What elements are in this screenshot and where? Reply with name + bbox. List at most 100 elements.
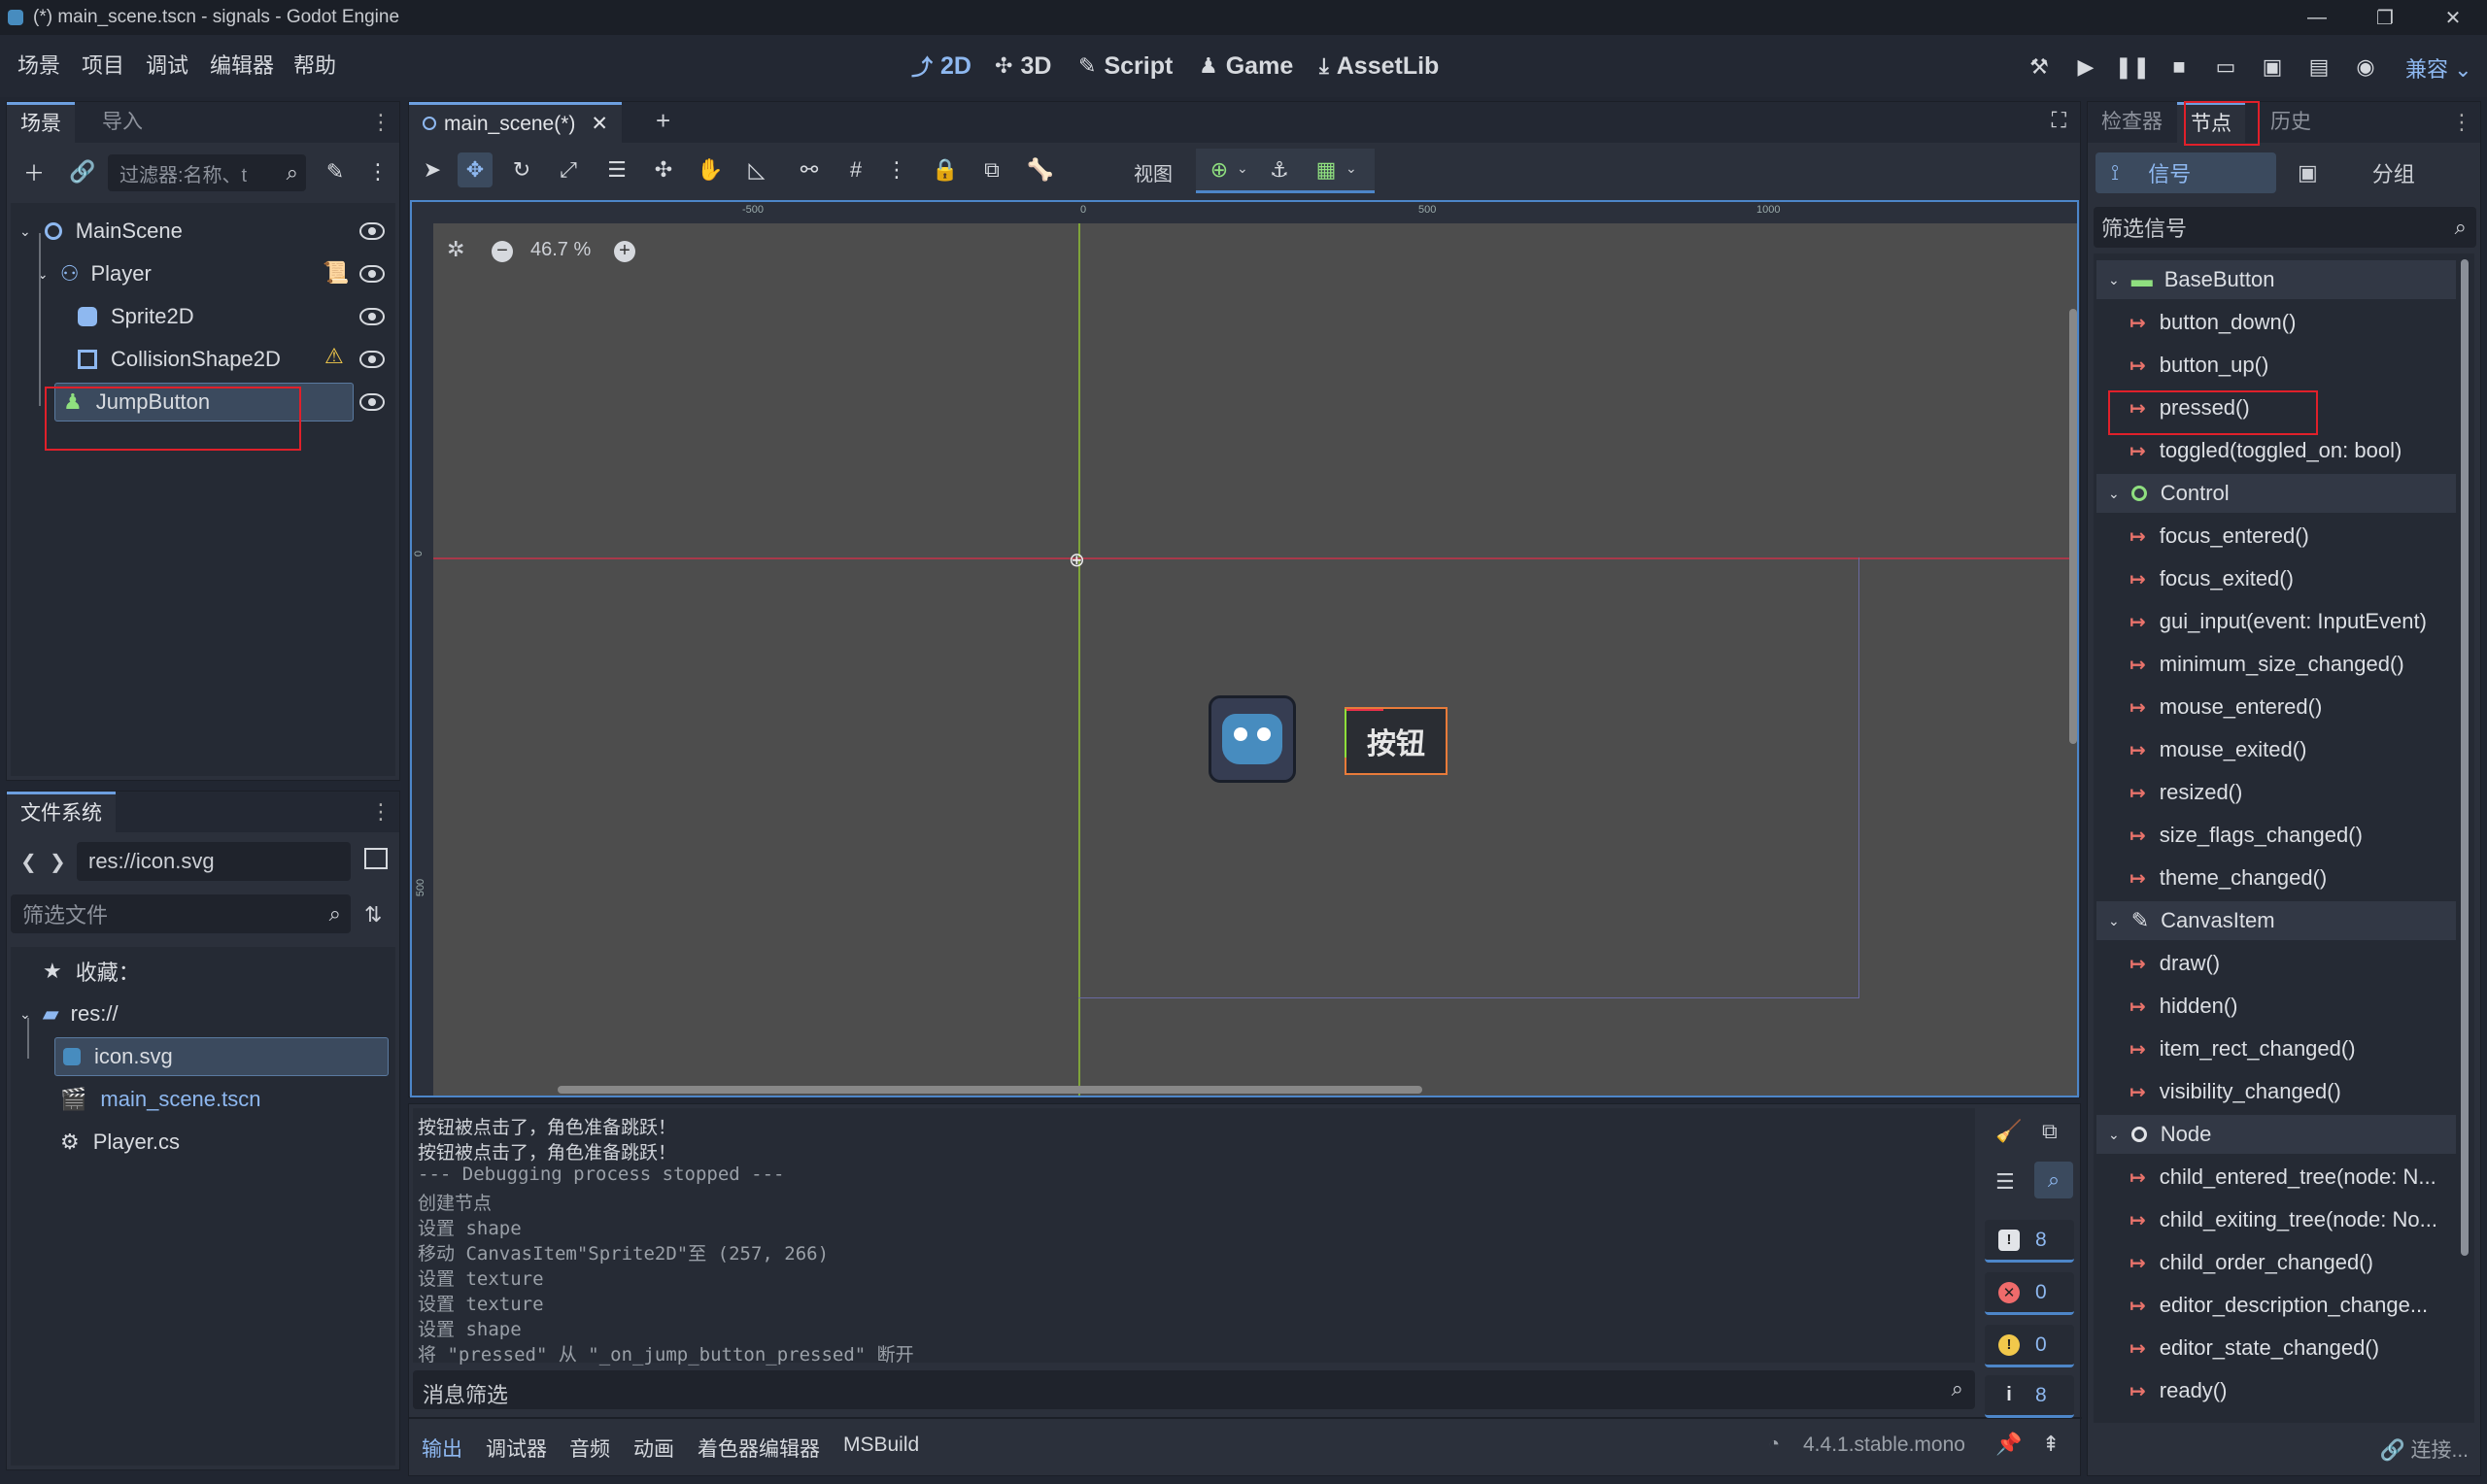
sort-icon[interactable]: ⇅ bbox=[364, 902, 382, 928]
stop-icon[interactable]: ■ bbox=[2163, 51, 2196, 84]
menu-debug[interactable]: 调试 bbox=[146, 35, 188, 97]
horizontal-scrollbar[interactable] bbox=[558, 1086, 1422, 1094]
bottom-tab-output[interactable]: 输出 bbox=[422, 1433, 462, 1463]
center-view-icon[interactable]: ✲ bbox=[447, 237, 464, 262]
signal-item[interactable]: ↦ gui_input(event: InputEvent) bbox=[2129, 602, 2427, 641]
connect-button[interactable]: 🔗 连接... bbox=[2380, 1434, 2470, 1464]
lock-icon[interactable]: 🔒 bbox=[928, 152, 963, 187]
pivot-tool-icon[interactable]: ✣ bbox=[646, 152, 681, 187]
pan-tool-icon[interactable]: ✋ bbox=[693, 152, 728, 187]
scale-tool-icon[interactable]: ⤢ bbox=[551, 152, 586, 187]
signal-item[interactable]: ↦ editor_state_changed() bbox=[2129, 1329, 2379, 1367]
file-main-scene[interactable]: 🎬 main_scene.tscn bbox=[60, 1080, 261, 1119]
visibility-eye-icon[interactable] bbox=[359, 351, 385, 368]
signal-item[interactable]: ↦ minimum_size_changed() bbox=[2129, 645, 2404, 684]
groups-subtab[interactable]: ▣ 分组 bbox=[2282, 152, 2476, 193]
bottom-tab-debugger[interactable]: 调试器 bbox=[486, 1433, 547, 1463]
pause-icon[interactable]: ❚❚ bbox=[2115, 51, 2151, 84]
signal-item[interactable]: ↦ visibility_changed() bbox=[2129, 1072, 2341, 1111]
viewport-2d[interactable]: -500 0 500 1000 0 500 ✲ − 46.7 % + ⊕ 按钮 bbox=[410, 200, 2079, 1097]
tab-filesystem[interactable]: 文件系统 bbox=[7, 792, 116, 832]
signal-tree-scrollbar[interactable] bbox=[2461, 259, 2469, 1256]
signal-group-control[interactable]: ⌄ Control bbox=[2096, 474, 2456, 513]
view-menu[interactable]: 视图 bbox=[1134, 158, 1173, 186]
signal-item[interactable]: ↦ child_exiting_tree(node: No... bbox=[2129, 1200, 2437, 1239]
scene-filter-input[interactable]: 过滤器:名称、t ⌕ bbox=[108, 154, 306, 191]
jumpbutton-node[interactable]: 按钮 bbox=[1345, 707, 1448, 775]
split-view-icon[interactable] bbox=[364, 848, 388, 869]
select-tool-icon[interactable]: ➤ bbox=[415, 152, 450, 187]
zoom-level[interactable]: 46.7 % bbox=[530, 239, 591, 261]
tab-scene[interactable]: 场景 bbox=[7, 102, 75, 143]
bottom-tab-audio[interactable]: 音频 bbox=[569, 1433, 610, 1463]
signal-item[interactable]: ↦ theme_changed() bbox=[2129, 859, 2327, 897]
workspace-script-button[interactable]: ✎ Script bbox=[1078, 35, 1173, 97]
zoom-in-icon[interactable]: + bbox=[614, 241, 635, 262]
tab-history[interactable]: 历史 bbox=[2257, 102, 2325, 143]
chevron-down-icon[interactable]: ⌄ bbox=[1237, 160, 1248, 177]
remote-icon[interactable]: ▭ bbox=[2209, 51, 2242, 84]
signal-item[interactable]: ↦ size_flags_changed() bbox=[2129, 816, 2363, 855]
warning-count-toggle[interactable]: ! 0 bbox=[1985, 1325, 2074, 1367]
attach-script-icon[interactable]: ✎ bbox=[318, 154, 353, 189]
bottom-tab-shader-editor[interactable]: 着色器编辑器 bbox=[698, 1433, 820, 1463]
back-icon[interactable]: ❮ bbox=[20, 850, 37, 874]
dock-menu-icon[interactable]: ⋮ bbox=[370, 799, 392, 825]
visibility-eye-icon[interactable] bbox=[359, 393, 385, 411]
signal-group-basebutton[interactable]: ⌄ ▬ BaseButton bbox=[2096, 260, 2456, 299]
menu-scene[interactable]: 场景 bbox=[17, 35, 60, 97]
add-node-button[interactable]: ＋ bbox=[17, 154, 51, 189]
signal-item[interactable]: ↦ button_up() bbox=[2129, 346, 2268, 385]
script-attached-icon[interactable]: 📜 bbox=[323, 260, 349, 286]
message-filter-input[interactable]: 消息筛选 ⌕ bbox=[413, 1370, 1975, 1409]
signal-item[interactable]: ↦ draw() bbox=[2129, 944, 2220, 983]
message-count-toggle[interactable]: ! 8 bbox=[1985, 1220, 2074, 1263]
signal-item[interactable]: ↦ resized() bbox=[2129, 773, 2242, 812]
res-folder-item[interactable]: ⌄ ▰ res:// bbox=[19, 995, 119, 1033]
layout-icon[interactable]: ▦ bbox=[1309, 152, 1344, 187]
bone-icon[interactable]: 🦴 bbox=[1023, 152, 1058, 187]
dock-menu-icon[interactable]: ⋮ bbox=[2451, 110, 2472, 135]
copy-output-icon[interactable]: ⧉ bbox=[2042, 1119, 2058, 1144]
chevron-down-icon[interactable]: ⌄ bbox=[1346, 160, 1357, 177]
add-node-here-icon[interactable]: ⊕ bbox=[1202, 152, 1237, 187]
movie-icon[interactable]: ◉ bbox=[2349, 51, 2382, 84]
close-window-button[interactable]: ✕ bbox=[2419, 0, 2487, 35]
signal-item[interactable]: ↦ mouse_entered() bbox=[2129, 688, 2322, 726]
smart-snap-icon[interactable]: ⚯ bbox=[792, 152, 827, 187]
signal-item[interactable]: ↦ focus_exited() bbox=[2129, 559, 2294, 598]
signal-item[interactable]: ↦ child_order_changed() bbox=[2129, 1243, 2373, 1282]
tree-node-sprite2d[interactable]: Sprite2D bbox=[78, 297, 194, 336]
tree-node-player[interactable]: ⌄ ⚇ Player bbox=[37, 254, 152, 293]
signal-item[interactable]: ↦ ready() bbox=[2129, 1371, 2227, 1410]
forward-icon[interactable]: ❯ bbox=[50, 850, 66, 874]
menu-editor[interactable]: 编辑器 bbox=[210, 35, 274, 97]
workspace-2d-button[interactable]: ⤴ 2D bbox=[911, 35, 971, 97]
clear-output-icon[interactable]: 🧹 bbox=[1995, 1119, 2022, 1144]
workspace-3d-button[interactable]: ✣ 3D bbox=[995, 35, 1051, 97]
minimize-button[interactable]: — bbox=[2283, 0, 2351, 35]
tab-import[interactable]: 导入 bbox=[88, 102, 156, 143]
signals-subtab[interactable]: ⟟ 信号 bbox=[2095, 152, 2276, 193]
close-tab-icon[interactable]: ✕ bbox=[591, 113, 608, 135]
sprite2d-godot-icon[interactable] bbox=[1209, 695, 1296, 783]
pin-icon[interactable]: 📌 bbox=[1995, 1432, 2022, 1457]
visibility-eye-icon[interactable] bbox=[359, 265, 385, 283]
grid-snap-icon[interactable]: # bbox=[838, 152, 873, 187]
vertical-scrollbar[interactable] bbox=[2069, 309, 2077, 744]
dock-menu-icon[interactable]: ⋮ bbox=[370, 110, 392, 135]
collapse-icon[interactable]: ☰ bbox=[1995, 1169, 2015, 1195]
restore-button[interactable]: ❐ bbox=[2351, 0, 2419, 35]
bottom-tab-msbuild[interactable]: MSBuild bbox=[843, 1433, 919, 1457]
signal-item[interactable]: ↦ mouse_exited() bbox=[2129, 730, 2306, 769]
move-x-gizmo[interactable] bbox=[1345, 709, 1383, 711]
zoom-out-icon[interactable]: − bbox=[492, 241, 513, 262]
path-field[interactable]: res://icon.svg bbox=[77, 842, 351, 881]
signal-item[interactable]: ↦ editor_description_change... bbox=[2129, 1286, 2428, 1325]
signal-item[interactable]: ↦ item_rect_changed() bbox=[2129, 1029, 2356, 1068]
workspace-game-button[interactable]: ♟ Game bbox=[1199, 35, 1293, 97]
info-count-toggle[interactable]: i8 bbox=[1985, 1375, 2074, 1418]
expand-panel-icon[interactable]: ⇞ bbox=[2042, 1432, 2060, 1457]
visibility-eye-icon[interactable] bbox=[359, 308, 385, 325]
signal-item[interactable]: ↦ hidden() bbox=[2129, 987, 2237, 1026]
